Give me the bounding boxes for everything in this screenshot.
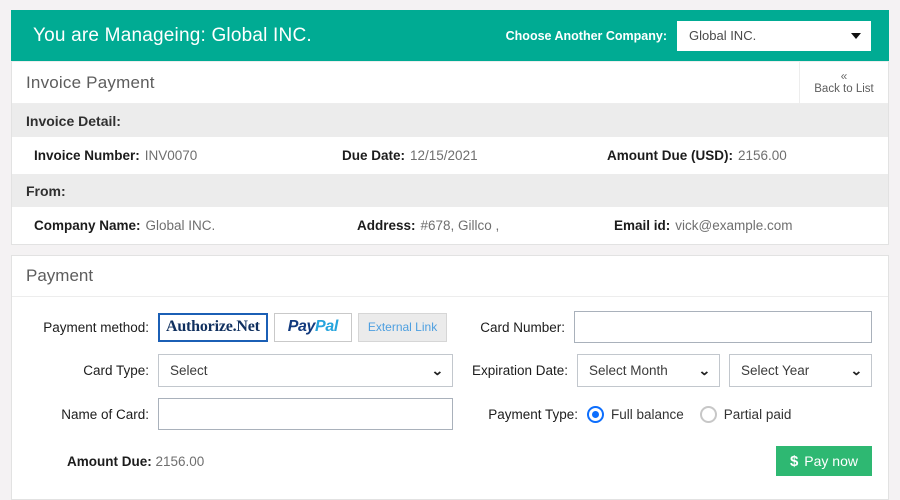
dollar-icon: $ bbox=[789, 452, 799, 470]
pay-now-label: Pay now bbox=[804, 453, 858, 469]
payment-type-group: Full balance Partial paid bbox=[587, 405, 792, 423]
amount-due-usd-value: 2156.00 bbox=[737, 148, 787, 163]
amount-due-usd-label: Amount Due (USD): bbox=[607, 148, 733, 163]
email-id-value: vick@example.com bbox=[675, 218, 793, 233]
invoice-number-value: INV0070 bbox=[144, 148, 198, 163]
expiration-year-value: Select Year bbox=[741, 363, 810, 378]
invoice-number-label: Invoice Number: bbox=[34, 148, 140, 163]
company-select[interactable]: Global INC. bbox=[677, 20, 871, 51]
from-detail-row: Company Name: Global INC. Address: #678,… bbox=[12, 207, 888, 244]
payment-amount-due-value: 2156.00 bbox=[155, 453, 205, 469]
card-type-row: Card Type: Select ⌄ Expiration Date: Sel… bbox=[12, 354, 872, 387]
name-of-card-input[interactable] bbox=[158, 398, 453, 430]
managing-company-bar: You are Manageing: Global INC. Choose An… bbox=[11, 10, 889, 61]
payment-method-paypal[interactable]: PayPal bbox=[273, 312, 352, 342]
chevron-down-icon: ⌄ bbox=[698, 363, 711, 378]
payment-title: Payment bbox=[26, 266, 94, 285]
expiration-date-label: Expiration Date: bbox=[471, 363, 568, 378]
payment-card-header: Payment bbox=[12, 256, 888, 297]
invoice-detail-section-label: Invoice Detail: bbox=[26, 112, 121, 129]
from-section-header: From: bbox=[12, 174, 888, 207]
company-switcher: Choose Another Company: Global INC. bbox=[505, 20, 871, 51]
card-type-value: Select bbox=[170, 363, 208, 378]
email-id-field: Email id: vick@example.com bbox=[612, 218, 888, 233]
invoice-payment-page: You are Manageing: Global INC. Choose An… bbox=[0, 0, 900, 500]
payment-type-full-balance[interactable]: Full balance bbox=[587, 405, 684, 423]
chevron-down-icon bbox=[851, 32, 861, 39]
choose-company-label: Choose Another Company: bbox=[505, 28, 667, 43]
payment-method-label: Payment method: bbox=[43, 319, 149, 335]
authorize-net-logo: Authorize.Net bbox=[166, 318, 260, 335]
name-of-card-row: Name of Card: Payment Type: Full balance… bbox=[12, 398, 872, 430]
card-type-select[interactable]: Select ⌄ bbox=[158, 354, 453, 387]
invoice-detail-row: Invoice Number: INV0070 Due Date: 12/15/… bbox=[12, 137, 888, 174]
paypal-logo: PayPal bbox=[287, 318, 339, 336]
expiration-month-value: Select Month bbox=[589, 363, 668, 378]
paypal-logo-pay: Pay bbox=[287, 318, 316, 335]
company-name-label: Company Name: bbox=[34, 218, 141, 233]
payment-footer-row: Amount Due: 2156.00 $ Pay now bbox=[12, 441, 872, 476]
chevron-down-icon: ⌄ bbox=[850, 363, 863, 378]
address-value: #678, Gillco , bbox=[420, 218, 500, 233]
expiration-year-select[interactable]: Select Year ⌄ bbox=[729, 354, 872, 387]
managing-title: You are Manageing: Global INC. bbox=[33, 24, 312, 46]
payment-method-external-link[interactable]: External Link bbox=[357, 312, 448, 342]
pay-now-button[interactable]: $ Pay now bbox=[775, 446, 872, 476]
due-date-label: Due Date: bbox=[342, 148, 406, 163]
company-name-field: Company Name: Global INC. bbox=[12, 218, 342, 233]
from-section-label: From: bbox=[26, 182, 66, 199]
card-number-input[interactable] bbox=[574, 311, 872, 343]
payment-method-group: Authorize.Net PayPal External Link bbox=[158, 312, 448, 342]
invoice-detail-card: Invoice Payment « Back to List Invoice D… bbox=[11, 61, 889, 245]
due-date-value: 12/15/2021 bbox=[410, 148, 478, 163]
back-to-list-label: Back to List bbox=[814, 82, 874, 95]
double-chevron-left-icon: « bbox=[840, 68, 848, 83]
address-label: Address: bbox=[357, 218, 416, 233]
payment-type-label: Payment Type: bbox=[488, 406, 578, 422]
company-name-value: Global INC. bbox=[145, 218, 216, 233]
address-field: Address: #678, Gillco , bbox=[342, 218, 612, 233]
radio-unselected-icon[interactable] bbox=[699, 405, 717, 423]
payment-method-row: Payment method: Authorize.Net PayPal Ext… bbox=[12, 311, 872, 343]
radio-selected-icon[interactable] bbox=[587, 405, 604, 423]
invoice-card-header: Invoice Payment « Back to List bbox=[12, 62, 888, 104]
email-id-label: Email id: bbox=[614, 218, 671, 233]
company-select-value: Global INC. bbox=[689, 28, 757, 43]
chevron-down-icon: ⌄ bbox=[431, 363, 444, 378]
paypal-logo-pal: Pal bbox=[315, 318, 338, 335]
payment-card: Payment Payment method: Authorize.Net Pa… bbox=[11, 255, 889, 500]
card-type-label: Card Type: bbox=[83, 363, 149, 378]
payment-amount-due-label: Amount Due: bbox=[67, 453, 152, 469]
payment-type-partial-paid-label: Partial paid bbox=[723, 406, 792, 422]
page-title: Invoice Payment bbox=[26, 72, 155, 92]
expiration-month-select[interactable]: Select Month ⌄ bbox=[577, 354, 720, 387]
invoice-detail-section-header: Invoice Detail: bbox=[12, 104, 888, 137]
name-of-card-label: Name of Card: bbox=[61, 406, 149, 422]
payment-amount-due: Amount Due: 2156.00 bbox=[12, 454, 204, 469]
invoice-number-field: Invoice Number: INV0070 bbox=[12, 148, 342, 163]
due-date-field: Due Date: 12/15/2021 bbox=[342, 148, 607, 163]
payment-form: Payment method: Authorize.Net PayPal Ext… bbox=[12, 297, 888, 499]
payment-method-authorize-net[interactable]: Authorize.Net bbox=[158, 312, 268, 342]
card-number-label: Card Number: bbox=[480, 319, 565, 335]
payment-type-full-balance-label: Full balance bbox=[611, 406, 684, 422]
payment-type-partial-paid[interactable]: Partial paid bbox=[699, 405, 792, 423]
card-spacer bbox=[0, 245, 900, 255]
back-to-list-button[interactable]: « Back to List bbox=[799, 62, 888, 103]
amount-due-usd-field: Amount Due (USD): 2156.00 bbox=[607, 148, 888, 163]
